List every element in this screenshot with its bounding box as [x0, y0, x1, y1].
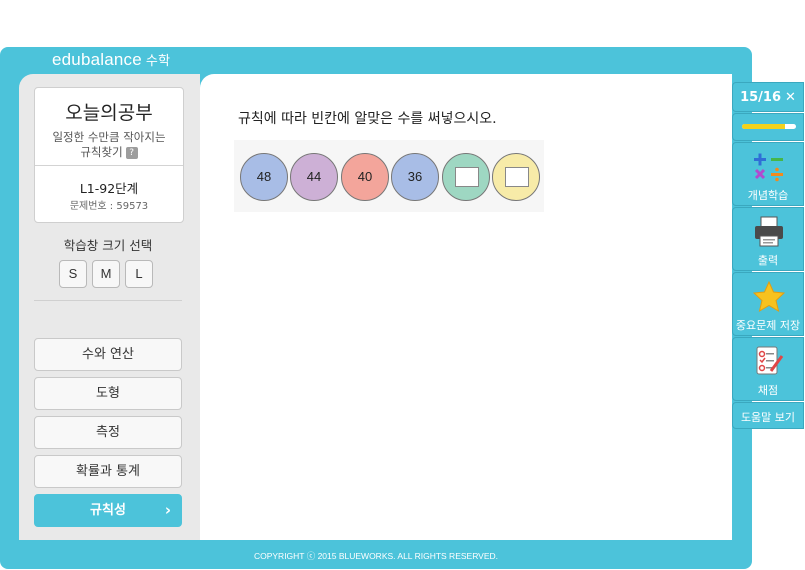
help-button[interactable]: 도움말 보기 [732, 402, 804, 429]
size-s-button[interactable]: S [59, 260, 87, 288]
size-selector-label: 학습창 크기 선택 [63, 238, 153, 253]
problem-number: 문제번호 : 59573 [69, 201, 149, 212]
today-title: 오늘의공부 [65, 102, 153, 124]
close-icon[interactable]: ✕ [785, 90, 796, 105]
category-geometry[interactable]: 도형 [34, 377, 182, 410]
sequence-circle-blank [442, 153, 490, 201]
size-l-button[interactable]: L [125, 260, 153, 288]
star-icon [753, 281, 785, 313]
sequence-circle: 36 [391, 153, 439, 201]
math-operators-icon [754, 153, 783, 182]
chevron-right-icon: › [164, 501, 171, 519]
brand-logo: edubalance 수학 [52, 50, 171, 69]
category-number-operations[interactable]: 수와 연산 [34, 338, 182, 371]
size-m-button[interactable]: M [92, 260, 120, 288]
category-probability-statistics[interactable]: 확률과 통계 [34, 455, 182, 488]
divider [35, 165, 183, 166]
question-text: 규칙에 따라 빈칸에 알맞은 수를 써넣으시오. [238, 111, 497, 127]
answer-input-box[interactable] [455, 167, 479, 187]
today-description: 일정한 수만큼 작아지는 규칙찾기? [52, 130, 166, 159]
sequence-circle: 40 [341, 153, 389, 201]
print-button[interactable]: 출력 [732, 207, 804, 271]
concept-study-button[interactable]: 개념학습 [732, 142, 804, 206]
help-icon[interactable]: ? [125, 146, 138, 159]
copyright: COPYRIGHT ⓒ 2015 BLUEWORKS. ALL RIGHTS R… [253, 551, 499, 561]
progress-bar [732, 113, 804, 141]
grading-button[interactable]: 채점 [732, 337, 804, 401]
printer-icon [755, 216, 783, 247]
sequence-circle-blank [492, 153, 540, 201]
divider [34, 300, 182, 301]
sequence-circle: 48 [240, 153, 288, 201]
answer-input-box[interactable] [505, 167, 529, 187]
category-measurement[interactable]: 측정 [34, 416, 182, 449]
problem-counter: 15/16 ✕ [732, 82, 804, 112]
save-important-button[interactable]: 중요문제 저장 [732, 272, 804, 336]
category-patterns[interactable]: 규칙성 › [34, 494, 182, 527]
level-label: L1-92단계 [79, 181, 139, 196]
sequence-circle: 44 [290, 153, 338, 201]
today-card: 오늘의공부 일정한 수만큼 작아지는 규칙찾기? L1-92단계 문제번호 : … [34, 87, 184, 223]
grading-icon [756, 346, 784, 375]
